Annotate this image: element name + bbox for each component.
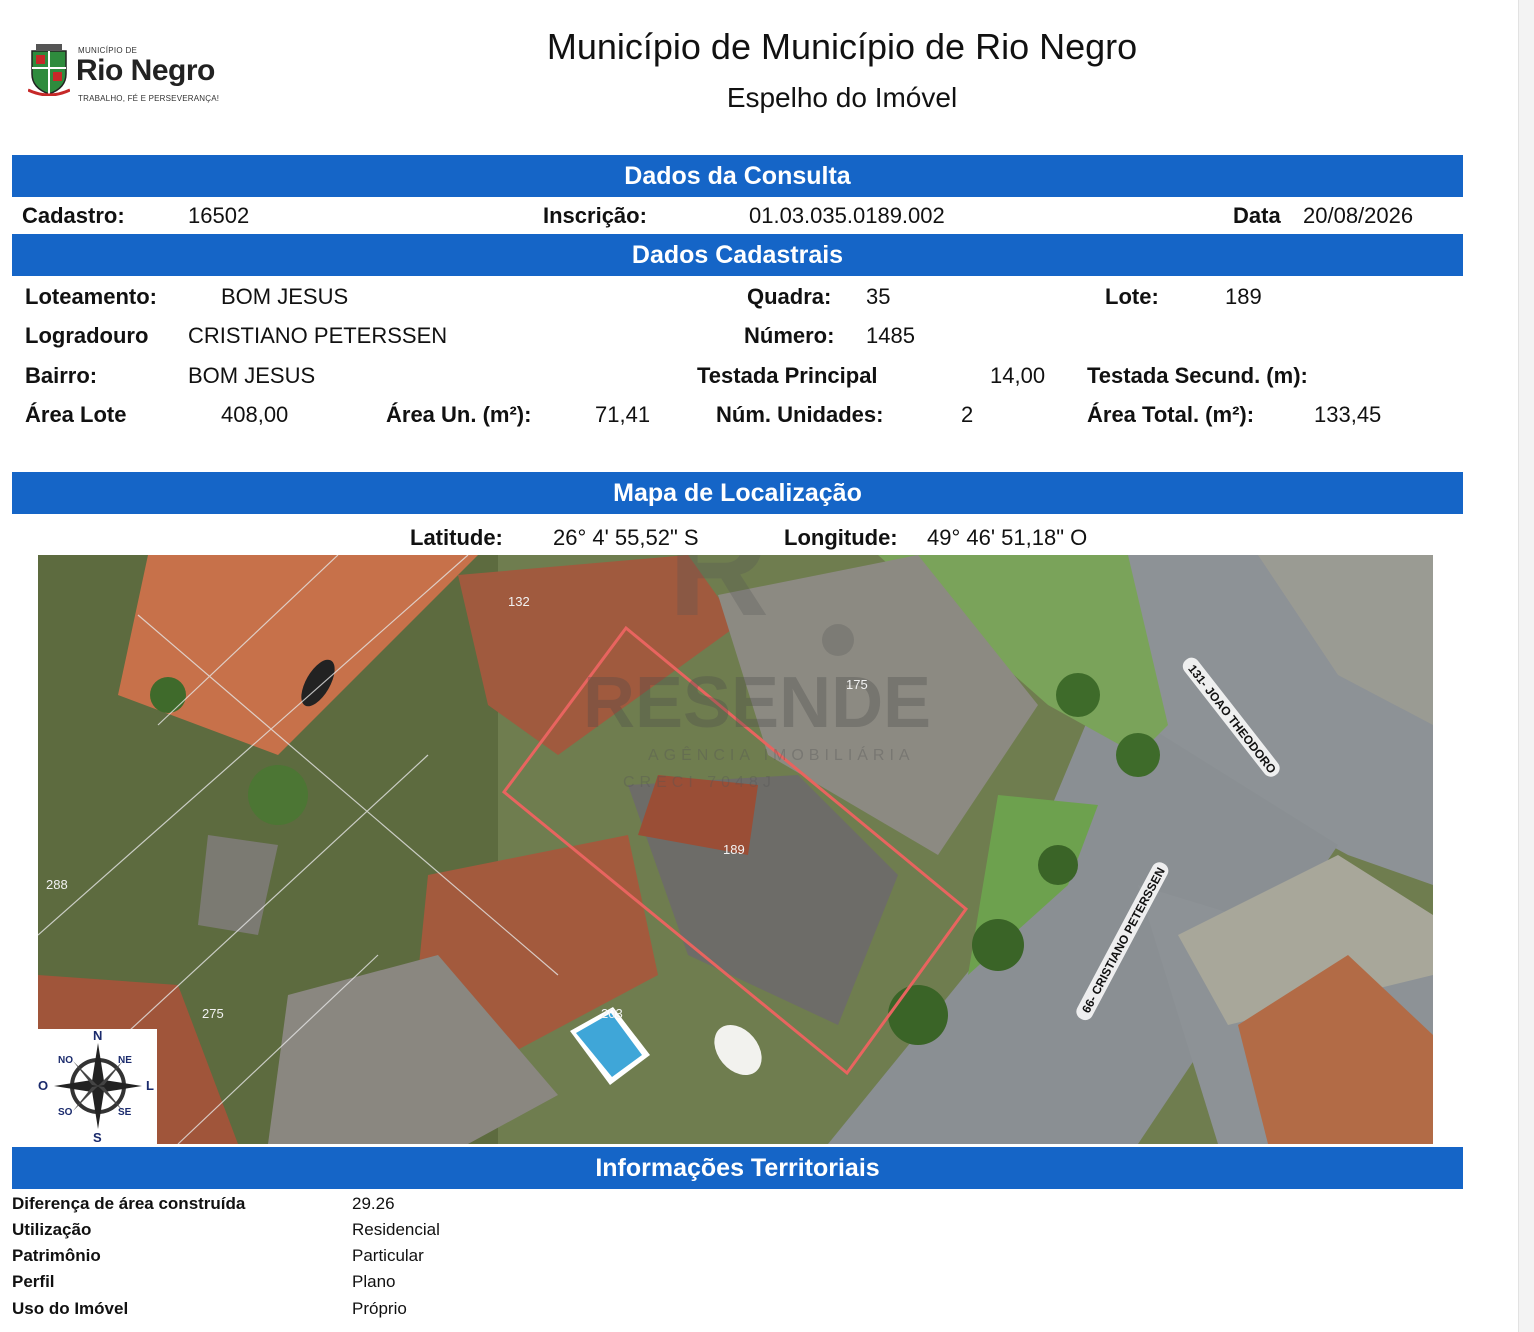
lote-value: 189 — [1225, 284, 1262, 309]
quadra-label: Quadra: — [747, 284, 832, 309]
longitude-label: Longitude: — [784, 525, 898, 550]
svg-text:S: S — [93, 1130, 102, 1144]
lot-number: 175 — [846, 677, 868, 692]
testada-principal-label: Testada Principal — [697, 363, 878, 388]
info-value: Particular — [352, 1246, 424, 1265]
area-lote-value: 408,00 — [221, 402, 289, 427]
numero-label: Número: — [744, 323, 835, 348]
compass-icon: N S O L NO NE SO SE — [38, 1028, 154, 1145]
logradouro-label: Logradouro — [25, 323, 149, 348]
svg-text:L: L — [146, 1078, 154, 1093]
info-value: Plano — [352, 1272, 396, 1291]
num-unidades-value: 2 — [961, 402, 974, 427]
lot-number: 288 — [46, 877, 68, 892]
info-value: 29.26 — [352, 1194, 395, 1213]
svg-text:O: O — [38, 1078, 48, 1093]
loteamento-value: BOM JESUS — [221, 284, 349, 309]
section-header-consulta: Dados da Consulta — [12, 155, 1463, 197]
bairro-label: Bairro: — [25, 363, 98, 388]
inscricao-value: 01.03.035.0189.002 — [749, 203, 945, 228]
svg-text:NO: NO — [58, 1055, 73, 1066]
section-header-mapa: Mapa de Localização — [12, 472, 1463, 514]
svg-text:SE: SE — [118, 1107, 132, 1118]
logo-motto: TRABALHO, FÉ E PERSEVERANÇA! — [78, 94, 220, 103]
num-unidades-label: Núm. Unidades: — [716, 402, 884, 427]
area-total-value: 133,45 — [1314, 402, 1382, 427]
section-header-territoriais: Informações Territoriais — [12, 1147, 1463, 1189]
numero-value: 1485 — [866, 323, 915, 348]
data-value: 20/08/2026 — [1303, 203, 1414, 228]
lote-label: Lote: — [1105, 284, 1159, 309]
logo-brand: Rio Negro — [76, 54, 215, 87]
compass-rose: N S O L NO NE SO SE — [38, 1028, 157, 1145]
lot-number: 275 — [202, 1006, 224, 1021]
lot-number: 203 — [601, 1006, 623, 1021]
latitude-value: 26° 4' 55,52" S — [553, 525, 699, 550]
latitude-label: Latitude: — [410, 525, 503, 550]
svg-text:SO: SO — [58, 1107, 73, 1118]
lot-number: 132 — [508, 594, 530, 609]
section-header-cadastrais: Dados Cadastrais — [12, 234, 1463, 276]
aerial-image: R RESENDE AGÊNCIA IMOBILIÁRIA CRECI 7048… — [38, 555, 1433, 1144]
testada-principal-value: 14,00 — [990, 363, 1046, 388]
data-label: Data — [1233, 203, 1281, 228]
coat-of-arms-icon — [28, 44, 70, 96]
info-label: Uso do Imóvel — [12, 1299, 129, 1318]
cadastro-label: Cadastro: — [22, 203, 125, 228]
svg-text:N: N — [93, 1029, 102, 1043]
watermark-letter: R — [668, 555, 769, 645]
loteamento-label: Loteamento: — [25, 284, 157, 309]
bairro-value: BOM JESUS — [188, 363, 316, 388]
testada-secund-label: Testada Secund. (m): — [1087, 363, 1308, 388]
info-label: Utilização — [12, 1220, 92, 1239]
page-title: Município de Município de Rio Negro — [546, 26, 1138, 67]
longitude-value: 49° 46' 51,18" O — [927, 525, 1088, 550]
page-subtitle: Espelho do Imóvel — [726, 82, 958, 113]
page-edge — [1518, 0, 1534, 1332]
info-label: Patrimônio — [12, 1246, 101, 1265]
cadastro-value: 16502 — [188, 203, 250, 228]
municipality-logo: MUNICÍPIO DE Rio Negro TRABALHO, FÉ E PE… — [24, 38, 234, 110]
info-value: Próprio — [352, 1299, 407, 1318]
area-un-value: 71,41 — [595, 402, 651, 427]
svg-text:NE: NE — [118, 1055, 132, 1066]
inscricao-label: Inscrição: — [543, 203, 647, 228]
area-lote-label: Área Lote — [25, 402, 127, 427]
area-total-label: Área Total. (m²): — [1087, 402, 1255, 427]
info-label: Diferença de área construída — [12, 1194, 246, 1213]
logradouro-value: CRISTIANO PETERSSEN — [188, 323, 448, 348]
area-un-label: Área Un. (m²): — [386, 402, 532, 427]
watermark-creci: CRECI 7048J — [623, 774, 776, 791]
watermark-brand: RESENDE — [583, 663, 931, 743]
info-label: Perfil — [12, 1272, 55, 1291]
quadra-value: 35 — [866, 284, 891, 309]
info-value: Residencial — [352, 1220, 440, 1239]
location-map[interactable]: R RESENDE AGÊNCIA IMOBILIÁRIA CRECI 7048… — [38, 555, 1433, 1144]
lot-number: 189 — [723, 842, 745, 857]
watermark-tagline: AGÊNCIA IMOBILIÁRIA — [648, 745, 915, 764]
